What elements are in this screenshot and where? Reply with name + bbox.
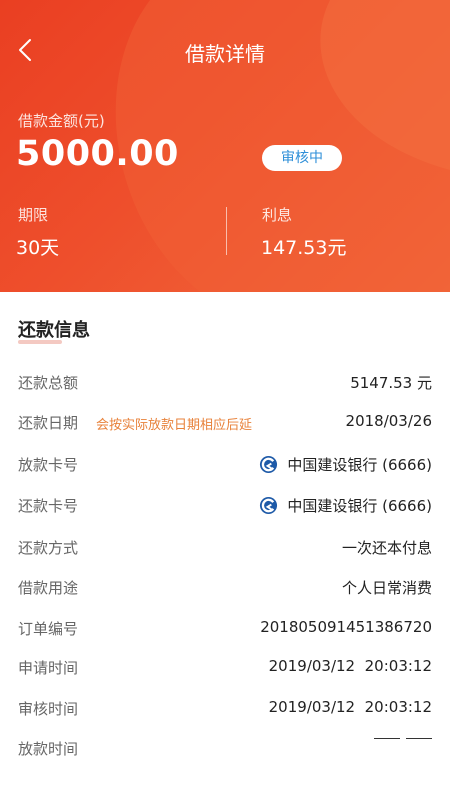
row-review-time: 审核时间 2019/03/12 20:03:12: [0, 688, 450, 728]
row-value: 2019/03/12 20:03:12: [268, 698, 432, 716]
section-title-repayment: 还款信息: [18, 320, 90, 341]
row-label: 还款卡号: [18, 497, 79, 515]
loan-summary-header: 借款详情 借款金额(元) 5000.00 审核中 期限 30天 利息 147.5…: [0, 0, 450, 292]
row-note: 会按实际放款日期相应后延: [96, 418, 253, 433]
row-label: 放款卡号: [18, 456, 79, 474]
loan-amount-label: 借款金额(元): [18, 112, 105, 130]
row-loan-purpose: 借款用途 个人日常消费: [0, 567, 450, 607]
loan-period-value: 30天: [16, 237, 60, 259]
page-title: 借款详情: [185, 42, 265, 66]
row-total-repayment: 还款总额 5147.53 元: [0, 362, 450, 402]
empty-dash: [374, 738, 400, 739]
empty-dash: [406, 738, 432, 739]
interest-label: 利息: [262, 206, 293, 224]
loan-amount-value: 5000.00: [16, 134, 179, 174]
row-label: 借款用途: [18, 579, 79, 597]
row-value-wrap: 中国建设银行 (6666): [259, 454, 432, 475]
row-value: 2019/03/12 20:03:12: [268, 657, 432, 675]
row-repayment-card[interactable]: 还款卡号 中国建设银行 (6666): [0, 485, 450, 525]
loan-period-label: 期限: [18, 206, 49, 224]
row-label: 还款总额: [18, 374, 79, 392]
bank-logo-icon: [260, 455, 278, 474]
row-value: 201805091451386720: [260, 618, 432, 636]
row-disbursement-time: 放款时间: [0, 728, 450, 768]
row-order-number: 订单编号 201805091451386720: [0, 608, 450, 648]
row-value-wrap: 中国建设银行 (6666): [259, 495, 432, 516]
row-value: 一次还本付息: [341, 539, 432, 557]
row-value: 5147.53 元: [350, 374, 432, 392]
row-repayment-date: 还款日期 会按实际放款日期相应后延 2018/03/26: [0, 402, 450, 442]
row-label: 订单编号: [18, 620, 79, 638]
row-label: 还款方式: [18, 539, 79, 557]
interest-value: 147.53元: [261, 237, 347, 259]
row-label: 放款时间: [18, 740, 79, 758]
bank-logo-icon: [260, 496, 278, 515]
row-application-time: 申请时间 2019/03/12 20:03:12: [0, 647, 450, 687]
row-label: 申请时间: [18, 659, 79, 677]
bank-card-text: 中国建设银行 (6666): [287, 497, 432, 515]
row-repayment-method: 还款方式 一次还本付息: [0, 527, 450, 567]
row-label: 还款日期: [18, 414, 79, 432]
row-value: 个人日常消费: [341, 579, 432, 597]
row-value-placeholder: [368, 738, 432, 739]
status-badge: 审核中: [262, 145, 342, 171]
row-disbursement-card[interactable]: 放款卡号 中国建设银行 (6666): [0, 444, 450, 484]
row-value: 2018/03/26: [345, 412, 432, 430]
bank-card-text: 中国建设银行 (6666): [287, 456, 432, 474]
section-title-underline: [18, 340, 62, 344]
header-divider: [226, 207, 227, 255]
row-label: 审核时间: [18, 700, 79, 718]
